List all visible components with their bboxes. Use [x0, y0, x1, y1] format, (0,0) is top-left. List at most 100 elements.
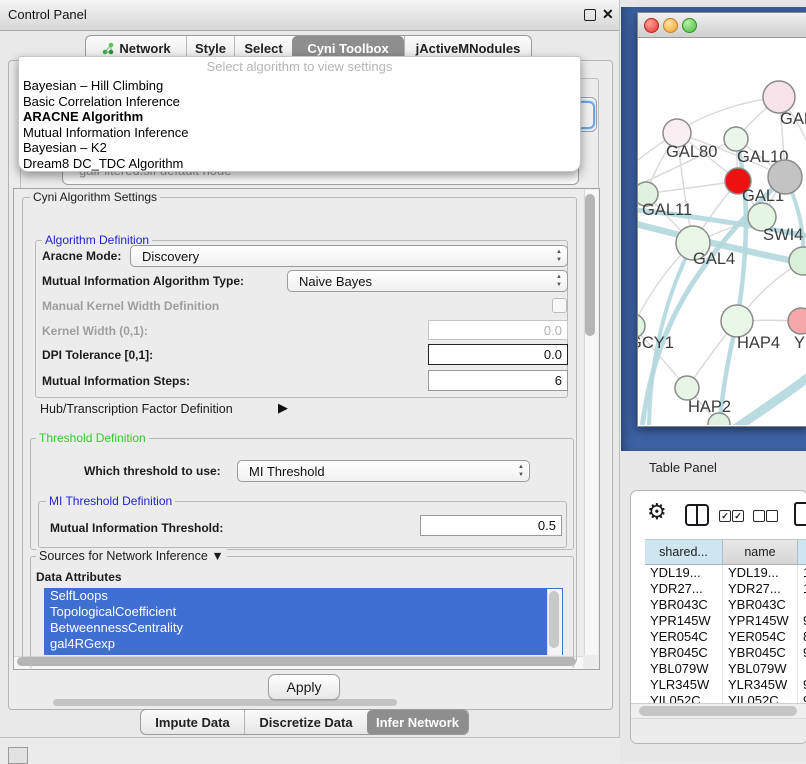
tab-label: Select	[244, 41, 282, 56]
table-cell: YBL079W	[645, 661, 723, 677]
table-row[interactable]: YDR27...YDR27...12	[645, 581, 806, 597]
close-traffic-light[interactable]	[644, 18, 659, 33]
algorithm-item[interactable]: Mutual Information Inference	[19, 125, 580, 141]
table-cell: YLR345W	[645, 677, 723, 693]
network-canvas[interactable]: GALGAL80GAL10GAL1GAL11SWI4GAL4GCY1HAP4YH…	[638, 36, 806, 425]
which-threshold-combo[interactable]: MI Threshold ▲▼	[237, 460, 530, 482]
algorithm-item[interactable]: Bayesian – K2	[19, 140, 580, 156]
table-panel-title: Table Panel	[649, 460, 717, 475]
mi-steps-label: Mutual Information Steps:	[42, 374, 190, 388]
algorithm-item[interactable]: Bayesian – Hill Climbing	[19, 78, 580, 94]
apply-button[interactable]: Apply	[268, 674, 340, 700]
mi-steps-field[interactable]: 6	[428, 370, 568, 391]
column-header[interactable]: shared...	[645, 539, 723, 565]
tab-discretize-data[interactable]: Discretize Data	[244, 710, 367, 735]
manual-kernel-label: Manual Kernel Width Definition	[42, 299, 219, 313]
column-header[interactable]: name	[723, 539, 798, 565]
gear-icon[interactable]: ⚙	[647, 499, 667, 525]
node-label: GAL80	[666, 143, 717, 161]
float-window-icon[interactable]	[584, 9, 596, 21]
threshold-definition-title: Threshold Definition	[36, 431, 149, 445]
table-scrollbar-thumb[interactable]	[639, 706, 797, 716]
network-node-y[interactable]	[788, 308, 806, 334]
data-attributes-label: Data Attributes	[36, 570, 122, 584]
deselect-all-icon[interactable]	[753, 510, 765, 522]
table-cell: YBR043C	[723, 597, 798, 613]
table-cell: YPR145W	[645, 613, 723, 629]
network-node[interactable]	[768, 160, 802, 194]
mi-type-combo[interactable]: Naive Bayes ▲▼	[287, 270, 568, 292]
mi-type-value: Naive Bayes	[299, 274, 372, 289]
aracne-mode-value: Discovery	[142, 249, 199, 264]
mi-threshold-field[interactable]: 0.5	[420, 515, 562, 536]
hub-definition-label[interactable]: Hub/Transcription Factor Definition	[40, 402, 233, 416]
minimize-traffic-light[interactable]	[663, 18, 678, 33]
which-threshold-value: MI Threshold	[249, 464, 325, 479]
mi-type-label: Mutual Information Algorithm Type:	[42, 274, 244, 288]
algorithm-item[interactable]: ARACNE Algorithm	[19, 109, 580, 125]
table-cell: YDL19...	[723, 565, 798, 581]
network-node-hap2[interactable]	[675, 376, 699, 400]
table-row[interactable]: YBL079WYBL079W	[645, 661, 806, 677]
tab-label: Discretize Data	[259, 715, 352, 730]
node-label: HAP2	[688, 398, 731, 416]
network-node-hap4[interactable]	[721, 305, 753, 337]
network-window-titlebar[interactable]	[638, 13, 806, 38]
which-threshold-label: Which threshold to use:	[84, 464, 221, 478]
document-icon[interactable]	[794, 502, 806, 526]
close-icon[interactable]: ✕	[602, 6, 614, 23]
network-node-gal[interactable]	[763, 81, 795, 113]
attribute-item[interactable]: BetweennessCentrality	[44, 620, 547, 636]
tab-infer-network[interactable]: Infer Network	[367, 710, 468, 735]
algorithm-item[interactable]: Dream8 DC_TDC Algorithm	[19, 156, 580, 172]
aracne-mode-combo[interactable]: Discovery ▲▼	[130, 245, 568, 267]
data-attributes-list[interactable]: SelfLoopsTopologicalCoefficientBetweenne…	[44, 588, 563, 655]
attribute-item[interactable]: TopologicalCoefficient	[44, 604, 547, 620]
manual-kernel-checkbox[interactable]	[552, 298, 567, 313]
minimized-panel-button[interactable]	[8, 747, 28, 764]
tab-impute-data[interactable]: Impute Data	[141, 710, 244, 735]
table-row[interactable]: YBR043CYBR043C	[645, 597, 806, 613]
table-row[interactable]: YLR345WYLR345W9.	[645, 677, 806, 693]
table-footer	[631, 718, 806, 744]
table-row[interactable]: YPR145WYPR145W9.	[645, 613, 806, 629]
algorithm-item[interactable]: Basic Correlation Inference	[19, 94, 580, 110]
collapse-down-icon[interactable]: ▼	[211, 549, 223, 563]
combo-arrows-icon: ▲▼	[556, 248, 562, 264]
table-row[interactable]: YIL052CYIL052C9.	[645, 693, 806, 703]
table-row[interactable]: YER054CYER054C8.	[645, 629, 806, 645]
content-horizontal-scrollbar[interactable]	[53, 699, 397, 706]
table-row[interactable]: YBR045CYBR045C9.	[645, 645, 806, 661]
table-cell	[798, 597, 806, 613]
tab-label: Style	[195, 41, 226, 56]
node-label: Y	[794, 334, 805, 352]
table-cell: YBL079W	[723, 661, 798, 677]
zoom-traffic-light[interactable]	[682, 18, 697, 33]
table-cell: 9.	[798, 693, 806, 703]
network-node[interactable]	[789, 247, 806, 275]
node-label: GAL4	[693, 250, 735, 268]
select-all-icon[interactable]: ✓	[719, 510, 731, 522]
screen: { "app": {"title": "Control Panel"}, "ic…	[0, 0, 806, 762]
deselect-all-icon[interactable]	[766, 510, 778, 522]
table-cell: YDL19...	[645, 565, 723, 581]
list-scrollbar-thumb[interactable]	[549, 591, 559, 648]
node-label: SWI4	[763, 226, 803, 244]
network-edge-highlighted	[736, 376, 806, 425]
select-all-icon[interactable]: ✓	[732, 510, 744, 522]
table-row[interactable]: YDL19...YDL19...13	[645, 565, 806, 581]
network-edge	[646, 181, 738, 194]
vertical-scrollbar-thumb[interactable]	[585, 194, 595, 336]
node-label: HAP4	[737, 334, 780, 352]
sources-group-title[interactable]: Sources for Network Inference ▼	[36, 549, 227, 563]
columns-icon[interactable]	[685, 504, 709, 526]
table-cell: YBR043C	[645, 597, 723, 613]
kernel-width-label: Kernel Width (0,1):	[42, 324, 148, 338]
kernel-width-field[interactable]: 0.0	[428, 320, 568, 340]
table-cell: YIL052C	[645, 693, 723, 703]
expand-right-icon[interactable]: ▶	[278, 400, 288, 416]
dpi-tolerance-field[interactable]: 0.0	[428, 344, 568, 365]
attribute-item[interactable]: SelfLoops	[44, 588, 547, 604]
column-header[interactable]: A	[798, 539, 806, 565]
attribute-item[interactable]: gal4RGexp	[44, 636, 547, 652]
